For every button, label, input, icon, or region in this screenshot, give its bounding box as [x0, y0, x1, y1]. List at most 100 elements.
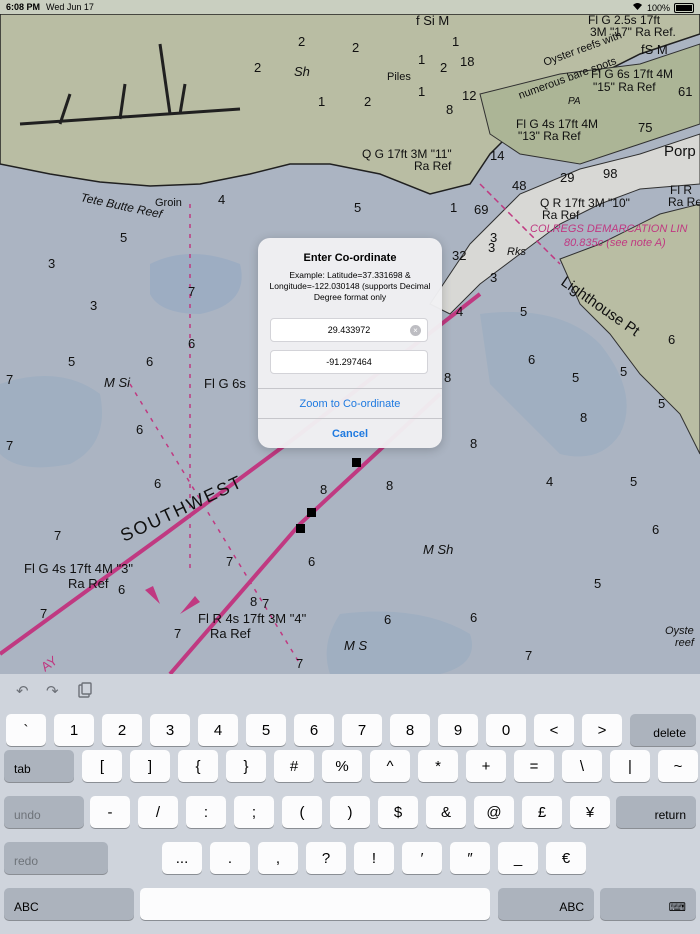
key[interactable]: | [610, 750, 650, 782]
key-label: & [440, 803, 451, 821]
longitude-value: -91.297464 [326, 357, 372, 367]
key[interactable]: . [210, 842, 250, 874]
key-label: ! [371, 849, 377, 867]
key-label: ... [175, 849, 189, 867]
key[interactable]: > [582, 714, 622, 746]
hide-keyboard-key[interactable]: ⌨ [600, 888, 696, 920]
key[interactable]: 9 [438, 714, 478, 746]
cancel-button[interactable]: Cancel [258, 418, 442, 448]
key-label: } [243, 757, 249, 775]
key[interactable]: 6 [294, 714, 334, 746]
key-label: [ [99, 757, 105, 775]
space-key[interactable] [140, 888, 490, 920]
key-label: ( [299, 803, 305, 821]
key-label: $ [393, 803, 403, 821]
key-label: | [628, 757, 632, 775]
key[interactable]: ( [282, 796, 322, 828]
key-label: : [203, 803, 209, 821]
key-label: 3 [165, 721, 175, 739]
key[interactable]: ~ [658, 750, 698, 782]
key[interactable]: @ [474, 796, 514, 828]
key[interactable]: 7 [342, 714, 382, 746]
key[interactable]: 2 [102, 714, 142, 746]
status-right: 100% [632, 2, 694, 13]
key[interactable]: [ [82, 750, 122, 782]
abc-key-left-label: ABC [14, 900, 39, 914]
key-label: > [597, 721, 607, 739]
key[interactable]: 0 [486, 714, 526, 746]
undo-icon[interactable]: ↶ [16, 682, 29, 700]
key-label: * [435, 757, 441, 775]
redo-key[interactable]: redo [4, 842, 108, 874]
status-time: 6:08 PM [6, 2, 41, 12]
undo-key-label: undo [14, 808, 41, 822]
abc-key-right-label: ABC [559, 900, 584, 914]
key[interactable]: + [466, 750, 506, 782]
key-label: / [155, 803, 161, 821]
key[interactable]: € [546, 842, 586, 874]
key[interactable]: ¥ [570, 796, 610, 828]
key-label: £ [537, 803, 547, 821]
key[interactable]: ? [306, 842, 346, 874]
key[interactable]: { [178, 750, 218, 782]
key-label: € [561, 849, 571, 867]
key[interactable]: ′ [402, 842, 442, 874]
key[interactable]: 3 [150, 714, 190, 746]
clear-icon[interactable]: × [410, 325, 421, 336]
key-label: . [227, 849, 233, 867]
key-label: < [549, 721, 559, 739]
key[interactable]: _ [498, 842, 538, 874]
key[interactable]: 1 [54, 714, 94, 746]
tab-key[interactable]: tab [4, 750, 74, 782]
key-label: 5 [261, 721, 271, 739]
abc-key-right[interactable]: ABC [498, 888, 594, 920]
key[interactable]: - [90, 796, 130, 828]
key-label: \ [579, 757, 585, 775]
longitude-input[interactable]: -91.297464 [270, 350, 428, 374]
key-label: + [481, 757, 491, 775]
undo-key[interactable]: undo [4, 796, 84, 828]
key-label: ¥ [585, 803, 595, 821]
key[interactable]: ; [234, 796, 274, 828]
key-label: # [289, 757, 299, 775]
key[interactable]: 4 [198, 714, 238, 746]
key[interactable]: % [322, 750, 362, 782]
key[interactable]: ^ [370, 750, 410, 782]
status-date: Wed Jun 17 [46, 2, 94, 12]
key[interactable]: ) [330, 796, 370, 828]
key[interactable]: ″ [450, 842, 490, 874]
key[interactable]: ... [162, 842, 202, 874]
key[interactable]: : [186, 796, 226, 828]
key[interactable]: / [138, 796, 178, 828]
paste-icon[interactable] [78, 682, 92, 702]
keyboard: ↶ ↷ ` 1 2 3 4 5 6 7 8 9 0 < > delete tab [] {} #% ^ * + = \ | ~ u… [0, 674, 700, 934]
key-label: 1 [69, 721, 79, 739]
key[interactable]: £ [522, 796, 562, 828]
key[interactable]: < [534, 714, 574, 746]
key-label: ? [321, 849, 331, 867]
key[interactable]: $ [378, 796, 418, 828]
key-label: ″ [467, 849, 473, 867]
key-label: ; [251, 803, 257, 821]
abc-key-left[interactable]: ABC [4, 888, 134, 920]
return-key[interactable]: return [616, 796, 696, 828]
key[interactable]: \ [562, 750, 602, 782]
key[interactable]: ` [6, 714, 46, 746]
redo-icon[interactable]: ↷ [46, 682, 59, 700]
key[interactable]: } [226, 750, 266, 782]
zoom-to-coordinate-button[interactable]: Zoom to Co-ordinate [258, 388, 442, 419]
key[interactable]: # [274, 750, 314, 782]
delete-key[interactable]: delete [630, 714, 696, 746]
key[interactable]: = [514, 750, 554, 782]
key[interactable]: ] [130, 750, 170, 782]
key-label: 0 [501, 721, 511, 739]
key[interactable]: ! [354, 842, 394, 874]
key-label: _ [513, 849, 523, 867]
key[interactable]: * [418, 750, 458, 782]
key[interactable]: & [426, 796, 466, 828]
key[interactable]: 8 [390, 714, 430, 746]
latitude-input[interactable]: 29.433972 × [270, 318, 428, 342]
key[interactable]: , [258, 842, 298, 874]
key-label: @ [486, 803, 502, 821]
key[interactable]: 5 [246, 714, 286, 746]
